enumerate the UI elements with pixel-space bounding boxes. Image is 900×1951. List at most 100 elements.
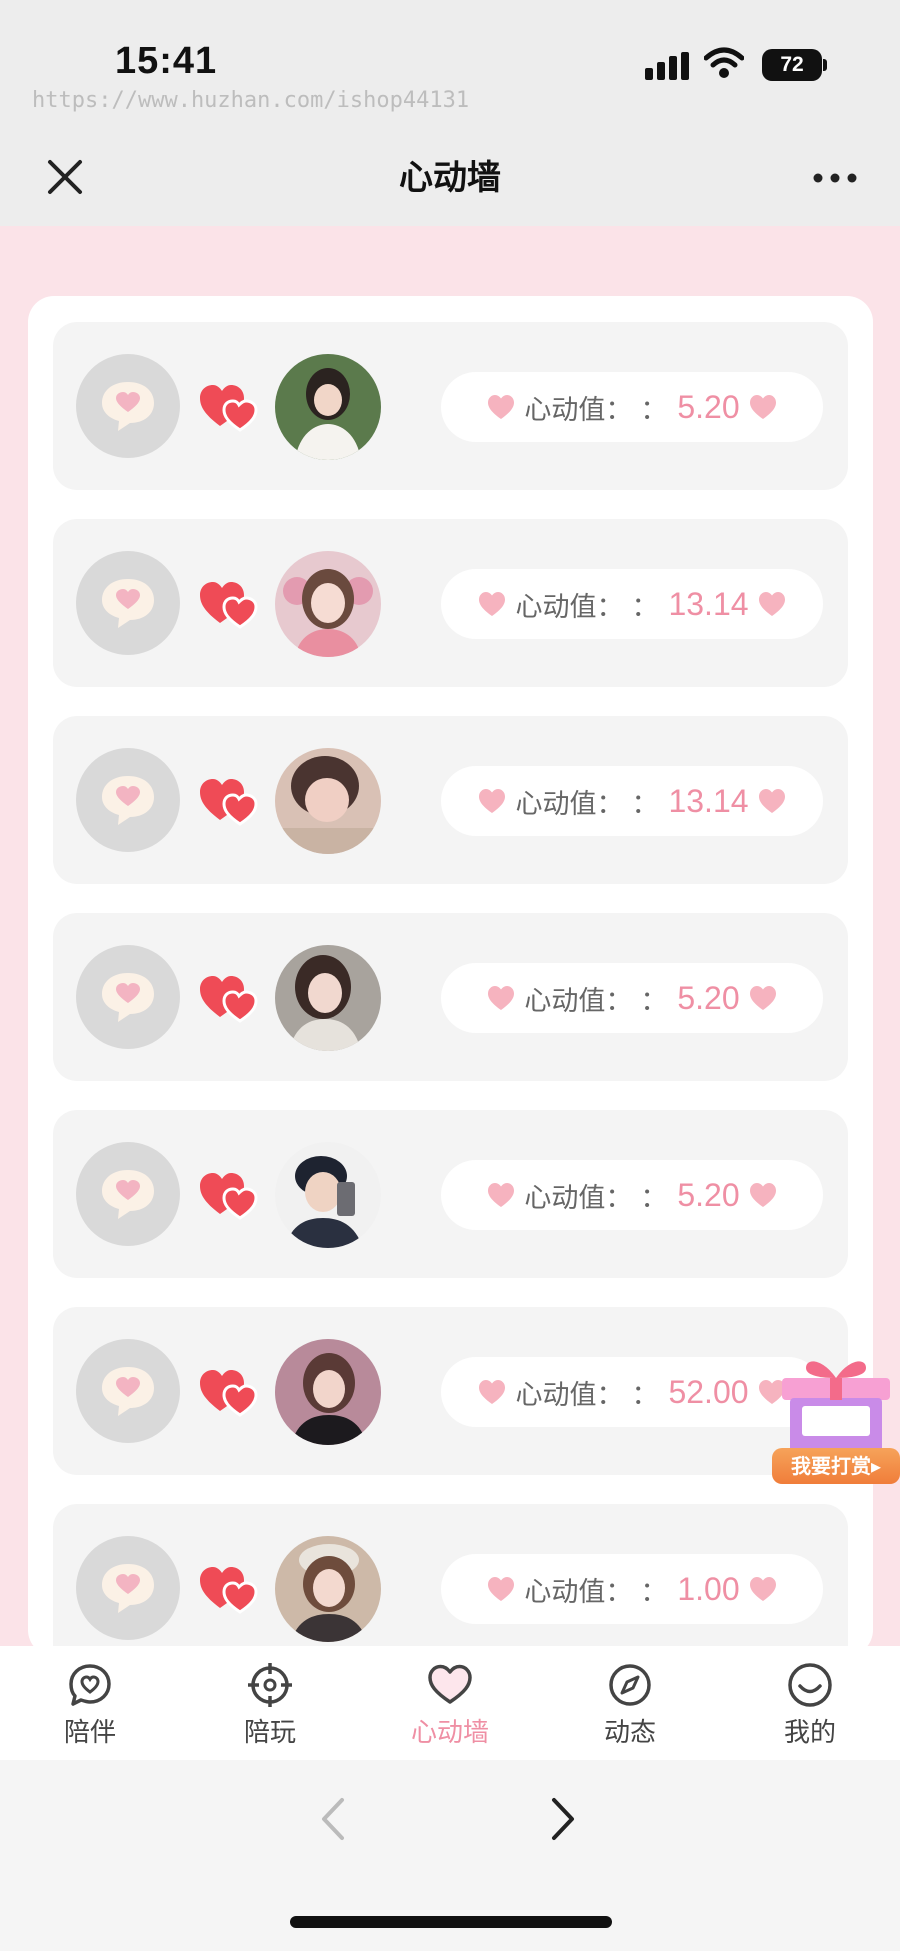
tab-profile[interactable]: 我的 [720, 1646, 900, 1760]
tab-label: 动态 [603, 1718, 656, 1748]
wifi-icon [704, 47, 744, 78]
tab-companion[interactable]: 陪伴 [0, 1646, 180, 1760]
chat-bubble-heart-icon [102, 1564, 154, 1613]
tab-moments[interactable]: 动态 [540, 1646, 720, 1760]
list-item[interactable]: 心动值： ： 13.14 [53, 716, 848, 884]
signal-icon [645, 52, 689, 80]
heart-value: 5.20 [677, 388, 740, 425]
bottom-tab-bar: 陪伴 陪玩 心动墙 动态 我的 [0, 1646, 900, 1760]
page-title: 心动墙 [399, 158, 501, 198]
home-indicator[interactable] [290, 1916, 612, 1928]
heart-icon [479, 789, 506, 813]
tab-play[interactable]: 陪玩 [180, 1646, 360, 1760]
heart-value: 5.20 [677, 979, 740, 1016]
list-item[interactable]: 心动值： ： 52.00 [53, 1307, 848, 1475]
forward-arrow-icon[interactable] [548, 1794, 578, 1844]
chat-bubble-heart-icon [102, 1367, 154, 1416]
heart-value-pill: 心动值： ： 1.00 [441, 1554, 823, 1624]
heart-icon [749, 395, 776, 419]
more-options-icon[interactable] [810, 160, 860, 196]
heart-value-label: 心动值： [524, 985, 633, 1017]
smile-icon [788, 1663, 832, 1707]
chat-bubble-heart-icon [102, 973, 154, 1022]
avatar[interactable] [275, 1339, 381, 1445]
double-heart-icon [200, 582, 258, 629]
heart-value: 13.14 [668, 782, 749, 819]
crosshair-icon [248, 1663, 292, 1707]
heart-icon [488, 986, 515, 1010]
battery-tip [823, 59, 827, 71]
heart-value-separator: ： [631, 1379, 659, 1411]
chat-bubble-heart-icon [102, 1170, 154, 1219]
chat-button[interactable] [76, 354, 180, 458]
tab-label: 陪玩 [243, 1718, 296, 1748]
heart-icon [758, 789, 785, 813]
double-heart-icon [200, 1173, 258, 1220]
tab-label: 心动墙 [410, 1718, 489, 1748]
heart-value-label: 心动值： [524, 1576, 633, 1608]
heart-value-label: 心动值： [515, 591, 624, 623]
double-heart-icon [200, 779, 258, 826]
heart-value-label: 心动值： [515, 1379, 624, 1411]
heart-value-label: 心动值： [515, 788, 624, 820]
heart-icon [488, 1577, 515, 1601]
chat-button[interactable] [76, 945, 180, 1049]
tab-label: 陪伴 [63, 1718, 116, 1748]
heart-icon [479, 1380, 506, 1404]
heart-value-pill: 心动值： ： 5.20 [441, 963, 823, 1033]
tab-heart-wall[interactable]: 心动墙 [360, 1646, 540, 1760]
heart-icon [488, 1183, 515, 1207]
list-item[interactable]: 心动值： ： 5.20 [53, 322, 848, 490]
heart-value: 52.00 [668, 1373, 749, 1410]
chat-button[interactable] [76, 1536, 180, 1640]
compass-icon [609, 1664, 651, 1706]
heart-value-pill: 心动值： ： 13.14 [441, 766, 823, 836]
avatar[interactable] [275, 1142, 381, 1248]
avatar[interactable] [275, 551, 381, 657]
avatar[interactable] [275, 945, 381, 1051]
heart-value-separator: ： [640, 394, 668, 426]
battery-indicator: 72 [762, 49, 822, 81]
heart-icon [749, 1183, 776, 1207]
chat-button[interactable] [76, 1339, 180, 1443]
back-arrow-icon[interactable] [318, 1794, 348, 1844]
heart-value-separator: ： [631, 591, 659, 623]
heart-value-label: 心动值： [524, 1182, 633, 1214]
tab-label: 我的 [783, 1718, 836, 1748]
chat-button[interactable] [76, 551, 180, 655]
heart-value-label: 心动值： [524, 394, 633, 426]
heart-value-pill: 心动值： ： 5.20 [441, 1160, 823, 1230]
list-item[interactable]: 心动值： ： 13.14 [53, 519, 848, 687]
double-heart-icon [200, 1567, 258, 1614]
heart-value: 1.00 [677, 1570, 740, 1607]
chat-bubble-heart-icon [102, 776, 154, 825]
list-item[interactable]: 心动值： ： 5.20 [53, 1110, 848, 1278]
chat-bubble-heart-icon [102, 579, 154, 628]
double-heart-icon [200, 1370, 258, 1417]
heart-value-separator: ： [631, 788, 659, 820]
avatar[interactable] [275, 354, 381, 460]
chat-button[interactable] [76, 1142, 180, 1246]
tip-gift-button[interactable]: 我要打赏▸ [772, 1352, 900, 1484]
heart-value-pill: 心动值： ： 5.20 [441, 372, 823, 442]
chat-bubble-heart-icon [102, 382, 154, 431]
list-item[interactable]: 心动值： ： 5.20 [53, 913, 848, 1081]
heart-icon [749, 1577, 776, 1601]
gift-box-icon [782, 1361, 890, 1452]
avatar[interactable] [275, 1536, 381, 1642]
heart-icon [479, 592, 506, 616]
avatar[interactable] [275, 748, 381, 854]
tip-label: 我要打赏▸ [772, 1448, 900, 1484]
app-header: 心动墙 [0, 130, 900, 226]
heart-icon [749, 986, 776, 1010]
heart-icon [428, 1664, 472, 1704]
double-heart-icon [200, 385, 258, 432]
heart-value-separator: ： [640, 1182, 668, 1214]
chat-button[interactable] [76, 748, 180, 852]
heart-icon [488, 395, 515, 419]
heart-value-separator: ： [640, 985, 668, 1017]
heart-value-pill: 心动值： ： 52.00 [441, 1357, 823, 1427]
heart-value: 5.20 [677, 1176, 740, 1213]
status-bar: 15:41 https://www.huzhan.com/ishop44131 … [0, 0, 900, 130]
heart-value-separator: ： [640, 1576, 668, 1608]
